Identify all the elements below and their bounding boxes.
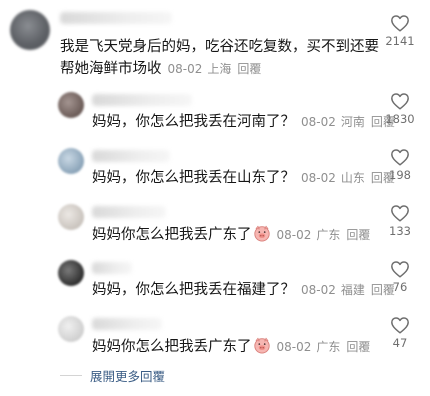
reply-date: 08-02 [301, 171, 336, 185]
like-count: 1830 [385, 112, 415, 126]
username-blurred[interactable] [60, 12, 172, 24]
username-blurred[interactable] [92, 318, 162, 330]
reply-text: 妈妈，你怎么把我丢在福建了？ 08-02 福建 回覆 [92, 280, 395, 300]
like-button[interactable]: 76 [380, 260, 420, 294]
heart-icon [391, 261, 409, 278]
username-blurred[interactable] [92, 262, 132, 274]
reply-location: 河南 [340, 115, 365, 129]
reply-comment: 妈妈，你怎么把我丢在河南了？ 08-02 河南 回覆 1830 [0, 88, 430, 140]
reply-meta: 08-02 广东 回覆 [277, 228, 371, 242]
username-blurred[interactable] [92, 150, 170, 162]
reply-button[interactable]: 回覆 [346, 340, 370, 354]
pig-face-emoji-icon [253, 224, 271, 242]
avatar[interactable] [10, 10, 50, 50]
username-blurred[interactable] [92, 206, 166, 218]
main-comment: 我是飞天党身后的妈，吃谷还吃复数，买不到还要帮她海鲜市场收 08-02 上海 回覆 2… [0, 0, 430, 86]
reply-body: 妈妈你怎么把我丢广东了 [92, 227, 252, 243]
heart-icon [391, 15, 409, 32]
reply-location: 广东 [316, 340, 341, 354]
reply-text: 妈妈你怎么把我丢广东了 08-02 广东 回覆 [92, 336, 370, 357]
reply-text: 妈妈，你怎么把我丢在河南了？ 08-02 河南 回覆 [92, 112, 395, 132]
expand-more-label: 展開更多回覆 [90, 369, 166, 384]
like-button[interactable]: 1830 [380, 92, 420, 126]
avatar[interactable] [58, 260, 84, 286]
reply-comment: 妈妈，你怎么把我丢在山东了？ 08-02 山东 回覆 198 [0, 144, 430, 196]
reply-comment: 妈妈你怎么把我丢广东了 08-02 广东 回覆 133 [0, 200, 430, 252]
reply-location: 山东 [340, 171, 365, 185]
reply-date: 08-02 [276, 340, 312, 354]
username-blurred[interactable] [92, 94, 192, 106]
reply-location: 福建 [340, 283, 365, 297]
reply-meta: 08-02 广东 回覆 [277, 340, 371, 354]
avatar[interactable] [58, 316, 84, 342]
pig-face-emoji-icon [253, 336, 271, 354]
heart-icon [391, 149, 409, 166]
comment-location: 上海 [207, 62, 232, 76]
like-button[interactable]: 133 [380, 204, 420, 238]
reply-comment: 妈妈，你怎么把我丢在福建了？ 08-02 福建 回覆 76 [0, 256, 430, 308]
comment-text: 我是飞天党身后的妈，吃谷还吃复数，买不到还要帮她海鲜市场收 08-02 上海 回覆 [60, 36, 380, 80]
like-button[interactable]: 2141 [380, 14, 420, 48]
reply-body: 妈妈，你怎么把我丢在山东了？ [92, 170, 295, 186]
like-count: 133 [389, 224, 411, 238]
avatar[interactable] [58, 148, 84, 174]
avatar[interactable] [58, 204, 84, 230]
reply-body: 妈妈，你怎么把我丢在河南了？ [92, 114, 295, 130]
reply-date: 08-02 [301, 283, 336, 297]
reply-location: 广东 [316, 228, 341, 242]
comment-meta: 08-02 上海 回覆 [168, 62, 262, 76]
reply-comment: 妈妈你怎么把我丢广东了 08-02 广东 回覆 47 [0, 312, 430, 364]
divider-line [60, 375, 82, 376]
like-button[interactable]: 47 [380, 316, 420, 350]
like-count: 47 [392, 336, 408, 350]
reply-body: 妈妈你怎么把我丢广东了 [92, 339, 252, 355]
heart-icon [391, 317, 409, 334]
expand-more-replies-button[interactable]: 展開更多回覆 [60, 366, 165, 385]
comment-date: 08-02 [167, 62, 203, 76]
reply-text: 妈妈你怎么把我丢广东了 08-02 广东 回覆 [92, 224, 370, 245]
like-count: 76 [392, 280, 408, 294]
heart-icon [391, 205, 409, 222]
reply-date: 08-02 [301, 115, 336, 129]
avatar[interactable] [58, 92, 84, 118]
reply-button[interactable]: 回覆 [237, 62, 261, 76]
like-count: 198 [389, 168, 411, 182]
reply-text: 妈妈，你怎么把我丢在山东了？ 08-02 山东 回覆 [92, 168, 395, 188]
reply-date: 08-02 [276, 228, 312, 242]
reply-body: 妈妈，你怎么把我丢在福建了？ [92, 282, 295, 298]
like-count: 2141 [385, 34, 415, 48]
like-button[interactable]: 198 [380, 148, 420, 182]
reply-button[interactable]: 回覆 [346, 228, 370, 242]
heart-icon [391, 93, 409, 110]
